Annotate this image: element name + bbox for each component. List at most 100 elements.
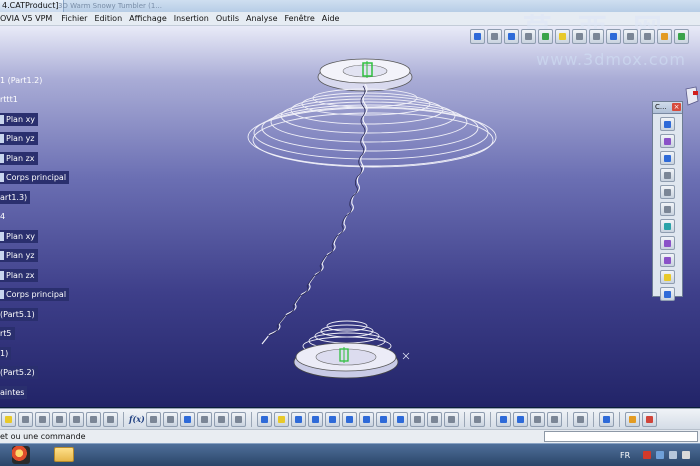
tray-flag-icon[interactable] (643, 451, 651, 459)
pad-icon[interactable] (660, 134, 675, 148)
tree-node[interactable]: 4 (0, 210, 8, 223)
paste-icon[interactable] (52, 411, 67, 427)
tree-node-plane[interactable]: Plan xy (0, 230, 39, 243)
shading-icon[interactable] (410, 411, 425, 427)
bag-icon[interactable] (214, 411, 229, 427)
tree-node[interactable]: 1 (Part1.2) (0, 74, 45, 87)
menu-insertion[interactable]: Insertion (174, 14, 216, 23)
update-icon[interactable] (1, 411, 16, 427)
eraser-icon[interactable] (599, 411, 614, 427)
floating-toolbar-header[interactable]: C... × (653, 102, 682, 114)
formula-button[interactable]: f(x) (129, 412, 145, 427)
measure-inertia-icon[interactable] (530, 411, 545, 427)
copy-icon[interactable] (35, 411, 50, 427)
folder-icon[interactable] (54, 447, 74, 462)
folder-icon[interactable] (555, 28, 570, 44)
camera-icon[interactable] (521, 28, 536, 44)
balance-icon[interactable] (487, 28, 502, 44)
check-icon[interactable] (231, 411, 246, 427)
edit-icon[interactable] (674, 28, 689, 44)
tree-icon[interactable] (197, 411, 212, 427)
hide-show-icon[interactable] (427, 411, 442, 427)
menu-fenetre[interactable]: Fenêtre (285, 14, 322, 23)
material-icon[interactable] (547, 411, 562, 427)
tree-node-plane[interactable]: Plan zx (0, 152, 38, 165)
menu-edition[interactable]: Edition (94, 14, 129, 23)
video-icon[interactable] (470, 411, 485, 427)
plane-icon[interactable] (572, 28, 587, 44)
tree-node[interactable]: art1.3) (0, 191, 31, 204)
document-title-tab[interactable]: 4.CATProduct] (0, 0, 65, 12)
menu-vpm[interactable]: OVIA V5 VPM (0, 14, 61, 23)
pocket-icon[interactable] (660, 151, 675, 165)
screen-icon[interactable] (606, 28, 621, 44)
pattern-icon[interactable] (660, 287, 675, 301)
tree-node[interactable]: (Part5.2) (0, 366, 38, 379)
product-icon[interactable] (470, 28, 485, 44)
table-icon[interactable] (180, 411, 195, 427)
tree-node[interactable]: rttt1 (0, 93, 21, 106)
tree-node-plane[interactable]: Plan xy (0, 113, 39, 126)
app-icon[interactable] (12, 446, 30, 464)
sketch-icon[interactable] (660, 117, 675, 131)
tree-node[interactable]: aintes (0, 386, 28, 399)
fly-icon[interactable] (257, 411, 272, 427)
pan-icon[interactable] (291, 411, 306, 427)
arrow-icon[interactable] (589, 28, 604, 44)
zoom-in-icon[interactable] (325, 411, 340, 427)
help-icon[interactable] (103, 411, 118, 427)
slot-icon[interactable] (660, 202, 675, 216)
cut-icon[interactable] (18, 411, 33, 427)
redo-icon[interactable] (86, 411, 101, 427)
helix-icon[interactable] (660, 270, 675, 284)
tree-node[interactable]: rt5 (0, 327, 15, 340)
hole-icon[interactable] (660, 168, 675, 182)
catalog-icon[interactable] (504, 28, 519, 44)
normal-view-icon[interactable] (359, 411, 374, 427)
shell-icon[interactable] (660, 253, 675, 267)
floating-toolbar[interactable]: C... × (652, 101, 683, 301)
language-indicator[interactable]: FR (620, 451, 630, 460)
rotate-icon[interactable] (308, 411, 323, 427)
tree-node[interactable]: (Part5.1) (0, 308, 38, 321)
analysis-icon[interactable] (642, 411, 657, 427)
tree-node-plane[interactable]: Plan yz (0, 132, 38, 145)
stiffener-icon[interactable] (660, 219, 675, 233)
spreadsheet-icon[interactable] (538, 28, 553, 44)
menu-affichage[interactable]: Affichage (129, 14, 174, 23)
loft-icon[interactable] (660, 236, 675, 250)
background-window-tab[interactable]: 3D Warm Snowy Tumbler (1... (58, 1, 168, 11)
tree-node-body[interactable]: Corps principal (0, 171, 70, 184)
measure-item-icon[interactable] (513, 411, 528, 427)
menu-fichier[interactable]: Fichier (61, 14, 94, 23)
3d-viewport[interactable]: 1 (Part1.2) rttt1 Plan xy Plan yz Plan z… (0, 26, 700, 407)
menu-outils[interactable]: Outils (216, 14, 246, 23)
undo-icon[interactable] (69, 411, 84, 427)
menu-aide[interactable]: Aide (322, 14, 347, 23)
swap-space-icon[interactable] (444, 411, 459, 427)
tray-network-icon[interactable] (669, 451, 677, 459)
tree-node-plane[interactable]: Plan yz (0, 249, 38, 262)
command-input[interactable] (544, 431, 698, 442)
sheet-icon[interactable] (623, 28, 638, 44)
tree-node[interactable]: 1) (0, 347, 12, 360)
paint-icon[interactable] (657, 28, 672, 44)
zoom-out-icon[interactable] (342, 411, 357, 427)
close-icon[interactable]: × (672, 103, 681, 111)
tree-node-plane[interactable]: Plan zx (0, 269, 38, 282)
rib-icon[interactable] (660, 185, 675, 199)
catalog-browser-icon[interactable] (625, 411, 640, 427)
multi-view-icon[interactable] (376, 411, 391, 427)
comment-icon[interactable] (146, 411, 161, 427)
tray-monitor-icon[interactable] (656, 451, 664, 459)
tray-volume-icon[interactable] (682, 451, 690, 459)
compass-marker[interactable] (684, 85, 700, 107)
measure-between-icon[interactable] (496, 411, 511, 427)
knowledge-icon[interactable] (163, 411, 178, 427)
apply-icon[interactable] (573, 411, 588, 427)
iso-view-icon[interactable] (393, 411, 408, 427)
tree-node-body[interactable]: Corps principal (0, 288, 70, 301)
menu-analyse[interactable]: Analyse (246, 14, 285, 23)
fit-all-icon[interactable] (274, 411, 289, 427)
measure-icon[interactable] (640, 28, 655, 44)
